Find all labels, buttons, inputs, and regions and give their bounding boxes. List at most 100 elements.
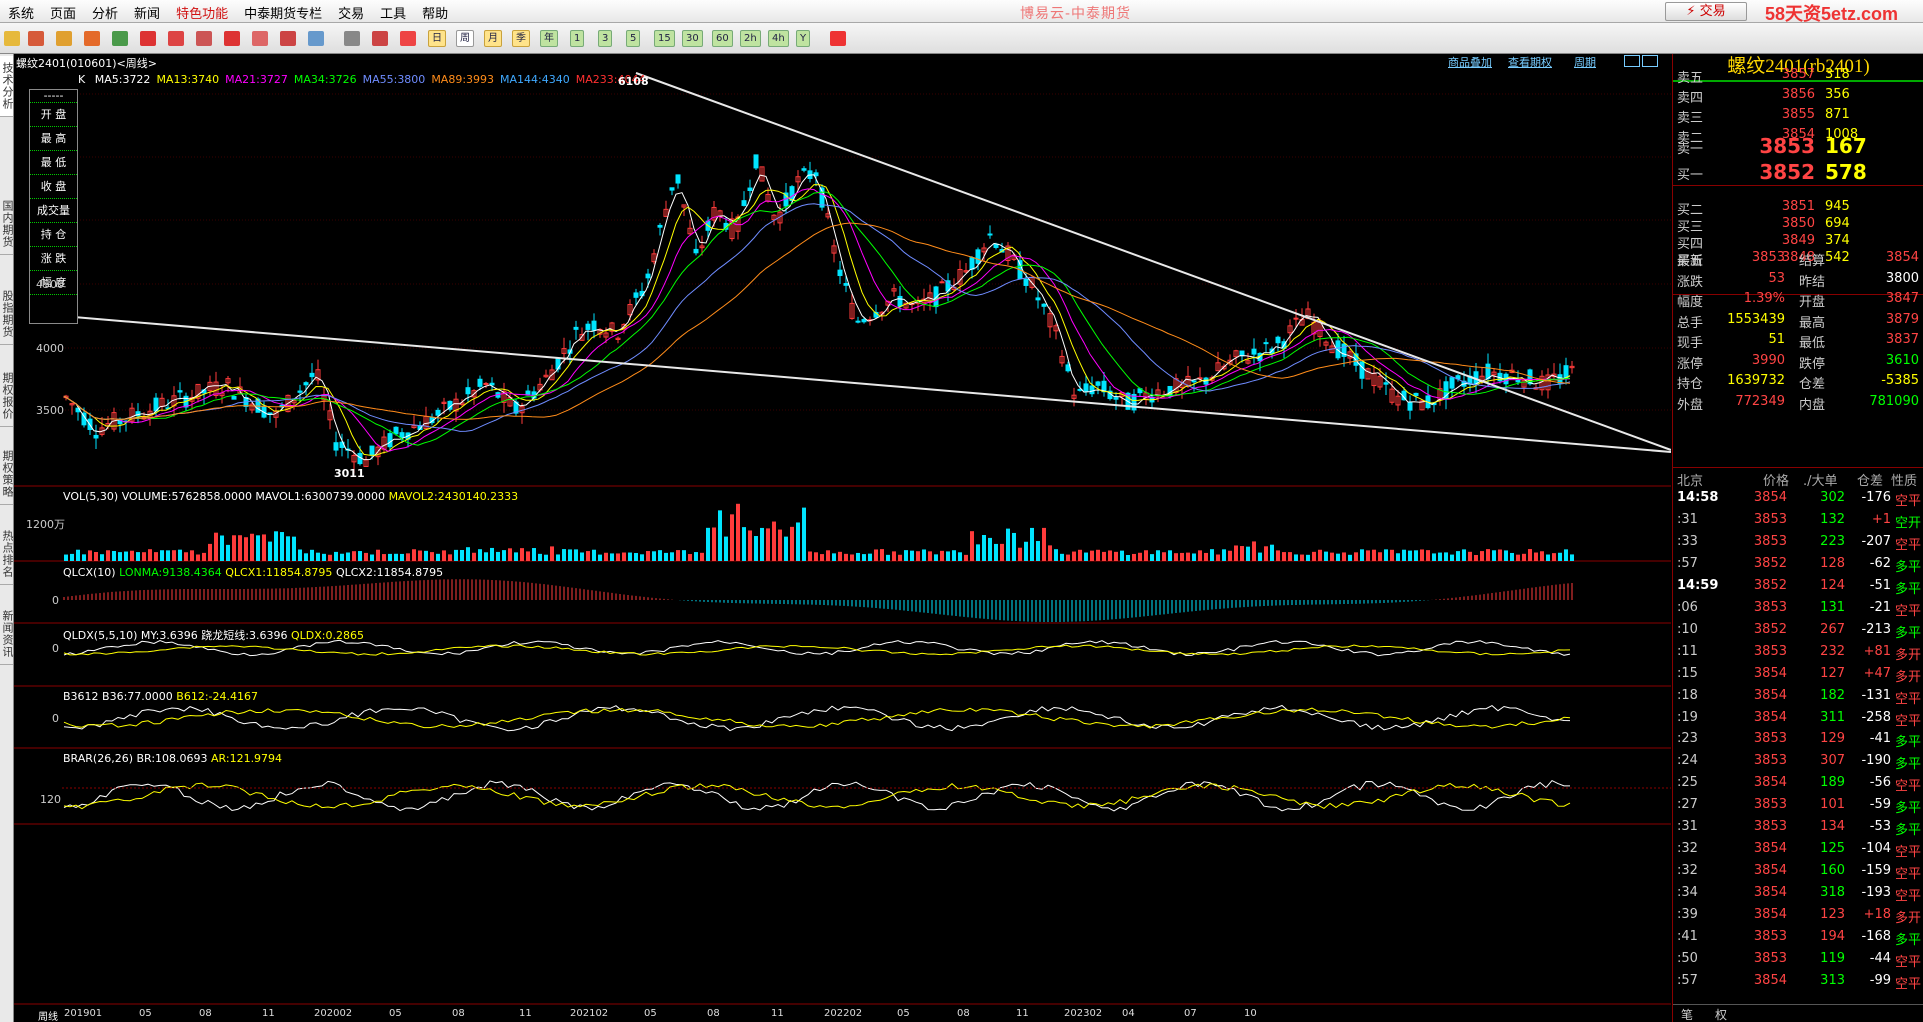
period-y[interactable]: Y <box>796 30 811 47</box>
volume-bar <box>862 554 866 561</box>
refresh-icon[interactable] <box>112 31 128 46</box>
candle-body <box>1563 365 1569 379</box>
chart-canvas[interactable] <box>14 54 1671 1022</box>
tab-rights[interactable]: 权 <box>1715 1006 1727 1022</box>
pin-icon[interactable] <box>280 31 296 46</box>
volume-bar <box>874 549 878 561</box>
ask-level-row[interactable]: 卖四 3856 356 <box>1673 87 1923 107</box>
volume-bar <box>172 550 176 561</box>
period-day[interactable]: 日 <box>428 30 446 47</box>
period-30m[interactable]: 30 <box>682 30 703 47</box>
period-quarter[interactable]: 季 <box>512 30 530 47</box>
left-tab-technical[interactable]: 技术分析 <box>0 56 14 117</box>
menu-system[interactable]: 系统 <box>0 0 42 22</box>
menu-analysis[interactable]: 分析 <box>84 0 126 22</box>
k-label: K <box>78 73 86 86</box>
bid-level-row[interactable]: 买一 3852 578 <box>1673 160 1923 184</box>
tick-volume: 302 <box>1820 490 1845 505</box>
menu-features[interactable]: 特色功能 <box>168 0 236 22</box>
left-tab-strip: 技术分析 国内期货 股指期货 期权报价 期权策略 热点排名 新闻资讯 <box>0 54 14 1022</box>
candle-body <box>93 434 99 439</box>
quote-stat-row: 外盘 772349 内盘 781090 <box>1673 394 1923 414</box>
volume-bar <box>1048 545 1052 561</box>
tick-nature: 多开 <box>1895 647 1922 663</box>
volume-bar <box>1540 551 1544 561</box>
support-trendline <box>61 315 1671 453</box>
tick-price: 3854 <box>1753 885 1787 901</box>
x-axis-tick: 04 <box>1122 1008 1135 1019</box>
left-tab-domestic-futures[interactable]: 国内期货 <box>0 194 14 255</box>
volume-bar <box>1384 549 1388 561</box>
menu-page[interactable]: 页面 <box>42 0 84 22</box>
volume-bar <box>1114 551 1118 561</box>
link-period[interactable]: 周期 <box>1574 54 1596 70</box>
window-icon[interactable] <box>196 31 212 46</box>
period-60m[interactable]: 60 <box>712 30 733 47</box>
candle-body <box>1293 317 1299 320</box>
left-tab-index-futures[interactable]: 股指期货 <box>0 284 14 345</box>
menu-help[interactable]: 帮助 <box>414 0 456 22</box>
calendar-icon[interactable] <box>830 31 846 46</box>
link-view-options[interactable]: 查看期权 <box>1508 54 1552 70</box>
volume-bar <box>748 530 752 561</box>
left-tab-options-quote[interactable]: 期权报价 <box>0 366 14 427</box>
line-chart-icon[interactable] <box>372 31 388 46</box>
tick-row: :41 3853 194 -168 多平 <box>1673 929 1923 951</box>
volume-bar <box>190 550 194 561</box>
volume-bar <box>1420 549 1424 561</box>
tick-price: 3853 <box>1753 797 1787 813</box>
layout-split-icon[interactable] <box>1642 55 1658 67</box>
vol-legend-mavol2: MAVOL2:2430140.2333 <box>388 490 519 503</box>
volume-bar <box>346 552 350 561</box>
link-overlay-product[interactable]: 商品叠加 <box>1448 54 1492 70</box>
bid-price: 3849 <box>1781 233 1815 248</box>
menu-trade[interactable]: 交易 <box>330 0 372 22</box>
tick-time: :23 <box>1677 731 1698 747</box>
period-1m[interactable]: 1 <box>570 30 585 47</box>
trade-button[interactable]: ⚡ 交易 <box>1665 2 1747 21</box>
pencil-icon[interactable] <box>224 31 240 46</box>
layout-icon[interactable] <box>1624 55 1640 67</box>
volume-bar <box>610 553 614 561</box>
volume-bar <box>64 554 68 561</box>
period-4h[interactable]: 4h <box>768 30 789 47</box>
ask-level-row[interactable]: 卖五 3857 318 <box>1673 67 1923 87</box>
chart-area[interactable]: 螺纹2401(010601)<周线> 商品叠加 查看期权 周期 K MA5:37… <box>14 54 1671 1022</box>
period-2h[interactable]: 2h <box>740 30 761 47</box>
tab-trades[interactable]: 笔 <box>1681 1006 1693 1022</box>
eraser-icon[interactable] <box>252 31 268 46</box>
candle-body <box>837 269 843 277</box>
app-title: 博易云-中泰期货 <box>1020 6 1132 22</box>
left-tab-hot-ranking[interactable]: 热点排名 <box>0 524 14 585</box>
volume-bar <box>754 536 758 561</box>
home-icon[interactable] <box>28 31 44 46</box>
zoom-out-icon[interactable] <box>168 31 184 46</box>
settings-icon[interactable] <box>308 31 324 46</box>
ask-level-row[interactable]: 卖一 3853 167 <box>1673 134 1923 158</box>
table-icon[interactable] <box>344 31 360 46</box>
left-tab-options-strategy[interactable]: 期权策略 <box>0 444 14 505</box>
period-3m[interactable]: 3 <box>598 30 613 47</box>
menu-zhongtai-column[interactable]: 中泰期货专栏 <box>236 0 330 22</box>
left-tab-news[interactable]: 新闻资讯 <box>0 604 14 665</box>
ask-level-row[interactable]: 卖三 3855 871 <box>1673 107 1923 127</box>
volume-bar <box>1354 552 1358 561</box>
period-week[interactable]: 周 <box>456 30 474 47</box>
menu-tools[interactable]: 工具 <box>372 0 414 22</box>
zoom-in-icon[interactable] <box>140 31 156 46</box>
x-axis-tick: 07 <box>1184 1008 1197 1019</box>
menu-news[interactable]: 新闻 <box>126 0 168 22</box>
volume-bar <box>826 550 830 561</box>
tick-price: 3854 <box>1753 665 1787 681</box>
period-year[interactable]: 年 <box>540 30 558 47</box>
period-15m[interactable]: 15 <box>654 30 675 47</box>
volume-bar <box>1210 549 1214 561</box>
kline-icon[interactable] <box>400 31 416 46</box>
period-5m[interactable]: 5 <box>626 30 641 47</box>
period-month[interactable]: 月 <box>484 30 502 47</box>
news-icon[interactable] <box>84 31 100 46</box>
book-icon[interactable] <box>56 31 72 46</box>
tick-price: 3853 <box>1753 643 1787 659</box>
volume-bar <box>1234 545 1238 561</box>
back-icon[interactable] <box>4 31 20 46</box>
